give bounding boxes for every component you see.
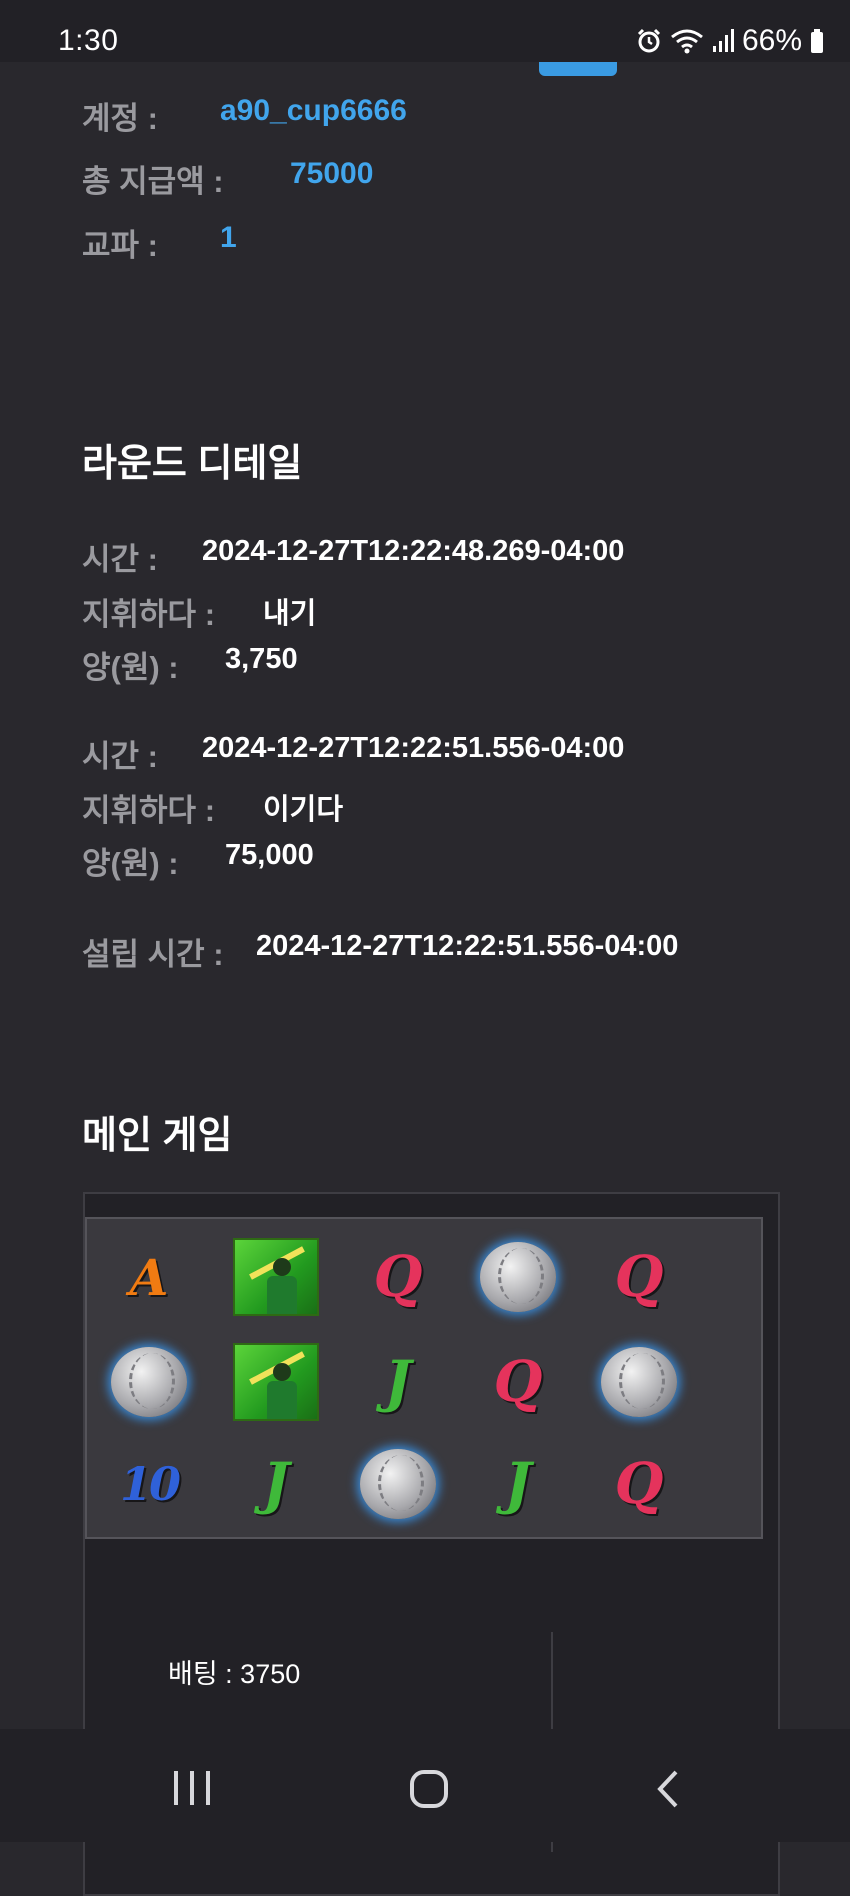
letter-symbol: Q <box>346 1227 450 1327</box>
amount-value: 3,750 <box>225 643 298 675</box>
cricket-ball-symbol <box>346 1434 450 1534</box>
home-icon <box>410 1770 448 1808</box>
wifi-icon <box>671 29 703 54</box>
settle-time-label: 설립 시간 : <box>82 937 224 972</box>
account-label: 계정 : <box>82 101 158 136</box>
alarm-icon <box>637 28 661 53</box>
action-value: 내기 <box>263 598 317 630</box>
settle-time-value: 2024-12-27T12:22:51.556-04:00 <box>256 930 679 962</box>
symbol-10-icon: 10 <box>119 1457 181 1511</box>
action-label: 지휘하다 : <box>82 597 216 632</box>
tab-indicator <box>539 62 617 76</box>
symbol-j-icon: J <box>504 1451 532 1517</box>
signal-icon <box>712 29 734 52</box>
letter-symbol: 10 <box>97 1434 201 1534</box>
cricket-ball-symbol <box>97 1332 201 1432</box>
time-value: 2024-12-27T12:22:51.556-04:00 <box>202 732 625 764</box>
bet-amount: 배팅 : 3750 <box>168 1659 301 1689</box>
slot-reels: A Q Q J Q 10 J J Q <box>85 1217 763 1539</box>
letter-symbol: Q <box>587 1434 691 1534</box>
cricket-batter-icon <box>233 1238 319 1316</box>
navigation-bar <box>0 1729 850 1842</box>
amount-value: 75,000 <box>225 839 314 871</box>
symbol-q-icon: Q <box>614 1244 664 1310</box>
time-label: 시간 : <box>82 739 158 774</box>
cricket-batter-icon <box>233 1343 319 1421</box>
symbol-j-icon: J <box>384 1349 412 1415</box>
total-payout-label: 총 지급액 : <box>82 164 224 199</box>
back-icon <box>657 1770 678 1808</box>
symbol-q-icon: Q <box>373 1244 423 1310</box>
letter-symbol: A <box>97 1227 201 1327</box>
main-game-title: 메인 게임 <box>82 1115 233 1157</box>
battery-percent: 66% <box>741 24 802 57</box>
recent-apps-button[interactable] <box>172 1769 212 1812</box>
action-label: 지휘하다 : <box>82 793 216 828</box>
clock: 1:30 <box>58 24 119 57</box>
action-value: 이기다 <box>263 794 344 826</box>
status-icons: 66% <box>636 24 824 58</box>
cricket-ball-symbol <box>466 1227 570 1327</box>
exchange-value: 1 <box>220 221 237 254</box>
back-button[interactable] <box>654 1769 682 1814</box>
symbol-a-icon: A <box>129 1247 169 1307</box>
home-button[interactable] <box>409 1769 449 1814</box>
letter-symbol: J <box>346 1332 450 1432</box>
total-payout-value: 75000 <box>290 157 374 190</box>
account-value: a90_cup6666 <box>220 94 407 127</box>
cricket-ball-icon <box>360 1449 436 1519</box>
letter-symbol: J <box>466 1434 570 1534</box>
symbol-q-icon: Q <box>493 1349 543 1415</box>
recent-apps-icon <box>174 1771 210 1805</box>
batter-symbol <box>224 1332 328 1432</box>
amount-label: 양(원) : <box>82 846 179 881</box>
battery-icon <box>811 29 823 53</box>
exchange-label: 교파 : <box>82 228 158 263</box>
time-label: 시간 : <box>82 542 158 577</box>
batter-symbol <box>224 1227 328 1327</box>
time-value: 2024-12-27T12:22:48.269-04:00 <box>202 535 625 567</box>
amount-label: 양(원) : <box>82 650 179 685</box>
symbol-q-icon: Q <box>614 1451 664 1517</box>
symbol-j-icon: J <box>262 1451 290 1517</box>
cricket-ball-icon <box>111 1347 187 1417</box>
cricket-ball-symbol <box>587 1332 691 1432</box>
letter-symbol: Q <box>587 1227 691 1327</box>
cricket-ball-icon <box>601 1347 677 1417</box>
round-details-title: 라운드 디테일 <box>82 443 303 485</box>
letter-symbol: Q <box>466 1332 570 1432</box>
cricket-ball-icon <box>480 1242 556 1312</box>
status-bar: 1:30 66% <box>0 0 850 62</box>
letter-symbol: J <box>224 1434 328 1534</box>
